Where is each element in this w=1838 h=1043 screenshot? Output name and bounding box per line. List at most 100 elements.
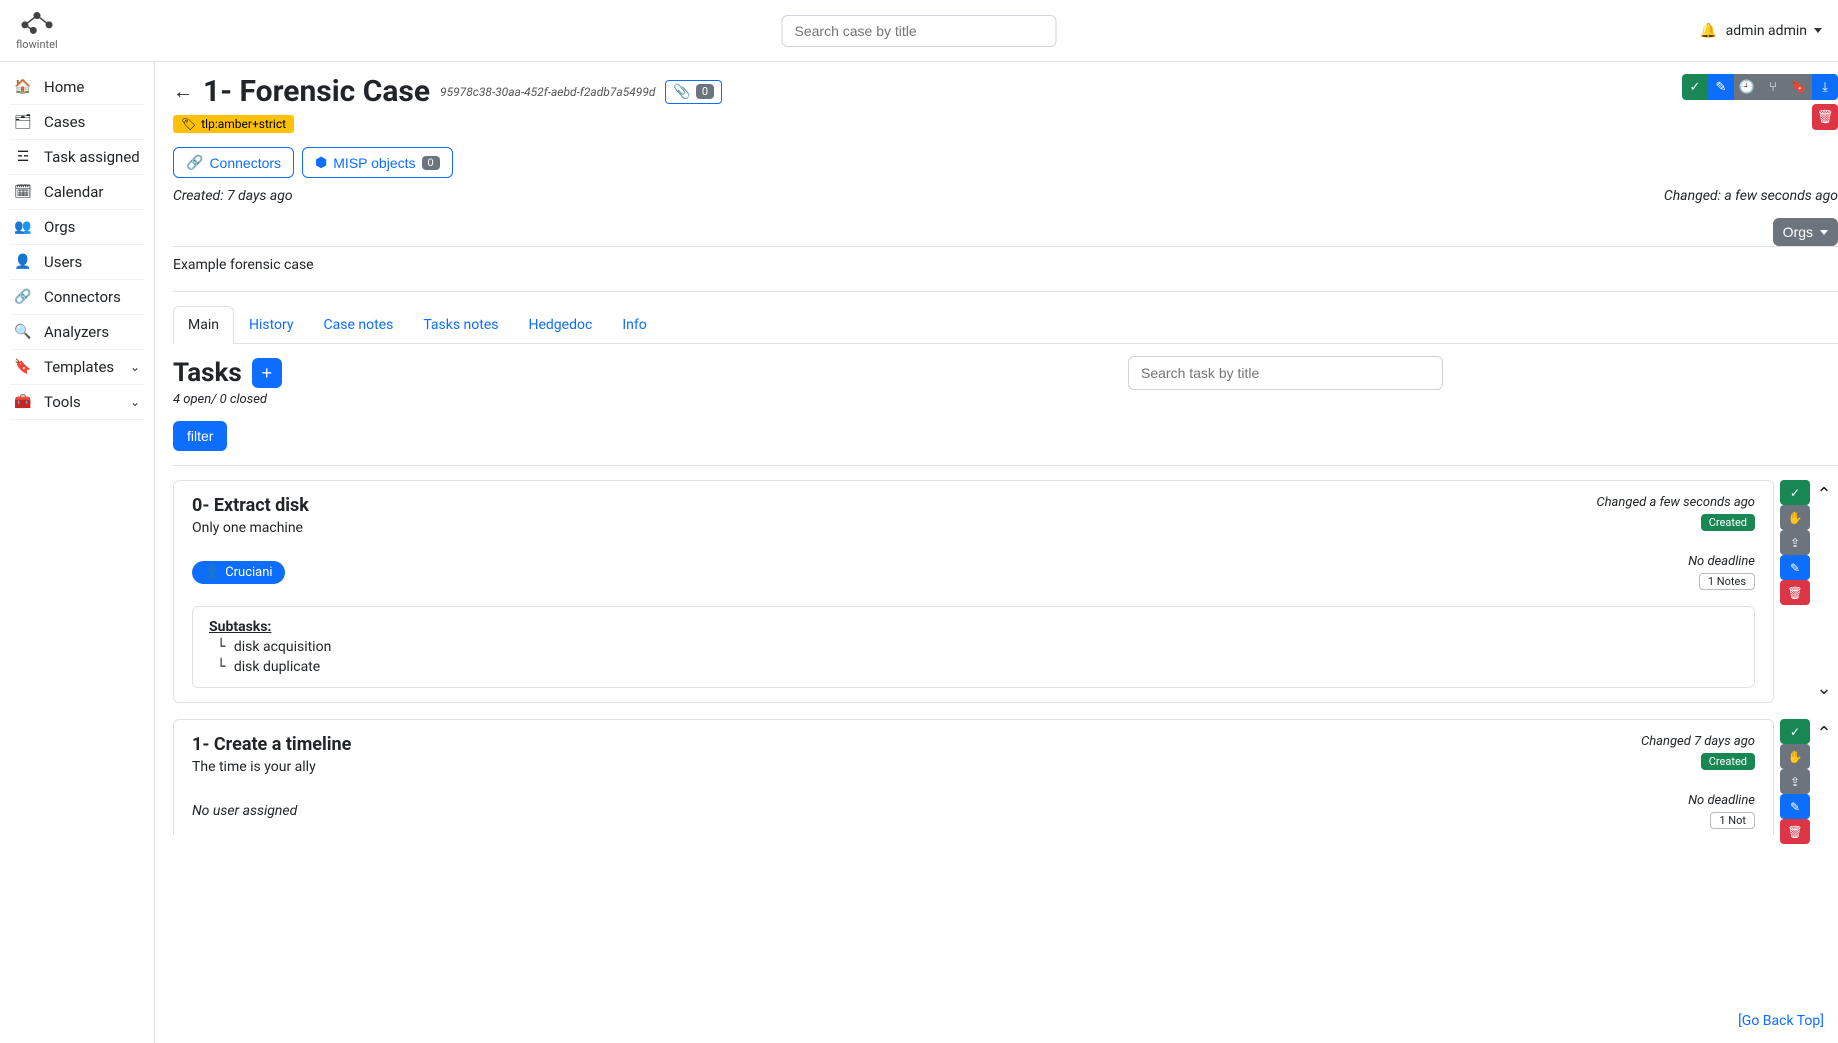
analyzers-icon: 🔍 bbox=[14, 324, 32, 340]
task-changed: Changed 7 days ago bbox=[1641, 734, 1755, 749]
sidebar-item-connectors[interactable]: 🔗Connectors bbox=[10, 280, 144, 315]
misp-objects-button[interactable]: ⬢ MISP objects 0 bbox=[302, 147, 453, 178]
task-collapse-up[interactable]: ⌃ bbox=[1816, 723, 1832, 744]
tab-main[interactable]: Main bbox=[173, 306, 234, 344]
task-collapse-up[interactable]: ⌃ bbox=[1816, 484, 1832, 505]
sidebar-item-cases[interactable]: 🗂Cases bbox=[10, 105, 144, 140]
task-delete-button[interactable]: 🗑 bbox=[1780, 819, 1810, 844]
task-assigned-icon: ☲ bbox=[14, 149, 32, 165]
tab-info[interactable]: Info bbox=[607, 306, 661, 343]
check-icon: ✓ bbox=[1790, 725, 1800, 739]
attachments-pill[interactable]: 📎 0 bbox=[665, 80, 722, 104]
sidebar-item-task-assigned[interactable]: ☲Task assigned bbox=[10, 140, 144, 175]
orgs-icon: 👥 bbox=[14, 219, 32, 235]
case-uuid: 95978c38-30aa-452f-aebd-f2adb7a5499d bbox=[440, 85, 655, 99]
task-no-assignee: No user assigned bbox=[192, 803, 297, 819]
home-icon: 🏠 bbox=[14, 79, 32, 95]
task-changed: Changed a few seconds ago bbox=[1596, 495, 1755, 510]
user-name: admin admin bbox=[1726, 23, 1807, 39]
task-export-button[interactable]: ⇪ bbox=[1780, 769, 1810, 794]
download-button[interactable]: ⤓ bbox=[1812, 74, 1838, 100]
task-card[interactable]: 0- Extract disk Only one machine Changed… bbox=[173, 480, 1774, 703]
trash-icon: 🗑 bbox=[1787, 586, 1802, 600]
bookmark-button[interactable]: 🔖 bbox=[1786, 74, 1812, 100]
subtasks-box: Subtasks: disk acquisition disk duplicat… bbox=[192, 606, 1755, 688]
edit-case-button[interactable]: ✎ bbox=[1708, 74, 1734, 100]
tab-case-notes[interactable]: Case notes bbox=[309, 306, 409, 343]
sidebar-item-analyzers[interactable]: 🔍Analyzers bbox=[10, 315, 144, 350]
task-complete-button[interactable]: ✓ bbox=[1780, 480, 1810, 505]
chevron-down-icon: ⌄ bbox=[130, 360, 140, 374]
subtasks-heading: Subtasks: bbox=[209, 619, 1738, 635]
sidebar-item-calendar[interactable]: 🗓Calendar bbox=[10, 175, 144, 210]
case-title: 1- Forensic Case bbox=[203, 74, 430, 109]
back-arrow-icon[interactable]: ← bbox=[173, 79, 193, 104]
orgs-dropdown-button[interactable]: Orgs bbox=[1773, 218, 1838, 246]
user-icon: 👤 bbox=[204, 565, 220, 580]
caret-down-icon bbox=[1820, 230, 1828, 235]
task-status-badge: Created bbox=[1701, 514, 1755, 531]
cases-icon: 🗂 bbox=[14, 114, 32, 130]
tools-icon: 🧰 bbox=[14, 394, 32, 410]
task-description: Only one machine bbox=[192, 520, 309, 536]
share-icon: ⇪ bbox=[1790, 536, 1800, 550]
subtask-item[interactable]: disk acquisition bbox=[209, 639, 1738, 655]
paperclip-icon: 📎 bbox=[673, 84, 690, 100]
task-assign-button[interactable]: ✋ bbox=[1780, 505, 1810, 530]
task-deadline: No deadline bbox=[1688, 793, 1755, 808]
task-card[interactable]: 1- Create a timeline The time is your al… bbox=[173, 719, 1774, 835]
task-deadline: No deadline bbox=[1688, 554, 1755, 569]
sidebar: 🏠Home 🗂Cases ☲Task assigned 🗓Calendar 👥O… bbox=[0, 62, 155, 1043]
recurring-button[interactable]: 🕘 bbox=[1734, 74, 1760, 100]
complete-case-button[interactable]: ✓ bbox=[1682, 74, 1708, 100]
add-task-button[interactable]: + bbox=[252, 358, 282, 388]
tlp-tag[interactable]: 🏷 tlp:amber+strict bbox=[173, 115, 294, 133]
go-back-top-link[interactable]: [Go Back Top] bbox=[1738, 1013, 1824, 1029]
filter-button[interactable]: filter bbox=[173, 421, 227, 451]
fork-button[interactable]: ⑂ bbox=[1760, 74, 1786, 100]
delete-case-button[interactable]: 🗑 bbox=[1812, 104, 1838, 130]
case-changed: Changed: a few seconds ago bbox=[1664, 188, 1838, 204]
task-assignee[interactable]: 👤 Cruciani bbox=[192, 561, 285, 584]
templates-icon: 🔖 bbox=[14, 359, 32, 375]
tab-tasks-notes[interactable]: Tasks notes bbox=[408, 306, 513, 343]
connectors-icon: 🔗 bbox=[14, 289, 32, 305]
tab-history[interactable]: History bbox=[234, 306, 309, 343]
task-complete-button[interactable]: ✓ bbox=[1780, 719, 1810, 744]
notification-bell-icon[interactable]: 🔔 bbox=[1700, 23, 1714, 39]
caret-down-icon bbox=[1814, 28, 1822, 33]
user-menu[interactable]: admin admin bbox=[1726, 23, 1822, 39]
sidebar-item-templates[interactable]: 🔖Templates⌄ bbox=[10, 350, 144, 385]
task-title: 0- Extract disk bbox=[192, 495, 309, 516]
sidebar-item-orgs[interactable]: 👥Orgs bbox=[10, 210, 144, 245]
sidebar-item-users[interactable]: 👤Users bbox=[10, 245, 144, 280]
download-icon: ⤓ bbox=[1822, 80, 1828, 95]
task-collapse-down[interactable]: ⌄ bbox=[1816, 678, 1832, 699]
tasks-count: 4 open/ 0 closed bbox=[173, 392, 1838, 407]
edit-icon: ✎ bbox=[1716, 80, 1727, 95]
subtask-item[interactable]: disk duplicate bbox=[209, 659, 1738, 675]
clock-icon: 🕘 bbox=[1739, 80, 1755, 95]
tab-hedgedoc[interactable]: Hedgedoc bbox=[514, 306, 608, 343]
brand-logo[interactable]: flowintel bbox=[16, 10, 58, 51]
brand-text: flowintel bbox=[16, 38, 58, 51]
sidebar-item-home[interactable]: 🏠Home bbox=[10, 70, 144, 105]
global-search-input[interactable] bbox=[782, 15, 1057, 47]
task-search-input[interactable] bbox=[1128, 356, 1443, 390]
attachment-count: 0 bbox=[696, 84, 714, 99]
bookmark-icon: 🔖 bbox=[1791, 80, 1807, 95]
flowintel-logo-icon bbox=[18, 10, 56, 36]
task-assign-button[interactable]: ✋ bbox=[1780, 744, 1810, 769]
connectors-button[interactable]: 🔗 Connectors bbox=[173, 147, 294, 178]
task-export-button[interactable]: ⇪ bbox=[1780, 530, 1810, 555]
task-delete-button[interactable]: 🗑 bbox=[1780, 580, 1810, 605]
sidebar-item-tools[interactable]: 🧰Tools⌄ bbox=[10, 385, 144, 420]
tasks-title: Tasks bbox=[173, 358, 242, 388]
task-edit-button[interactable]: ✎ bbox=[1780, 794, 1810, 819]
case-tabs: Main History Case notes Tasks notes Hedg… bbox=[173, 306, 1838, 344]
task-edit-button[interactable]: ✎ bbox=[1780, 555, 1810, 580]
case-description: Example forensic case bbox=[173, 257, 1838, 273]
cubes-icon: ⬢ bbox=[315, 154, 327, 171]
tag-icon: 🏷 bbox=[181, 117, 196, 131]
task-title: 1- Create a timeline bbox=[192, 734, 351, 755]
